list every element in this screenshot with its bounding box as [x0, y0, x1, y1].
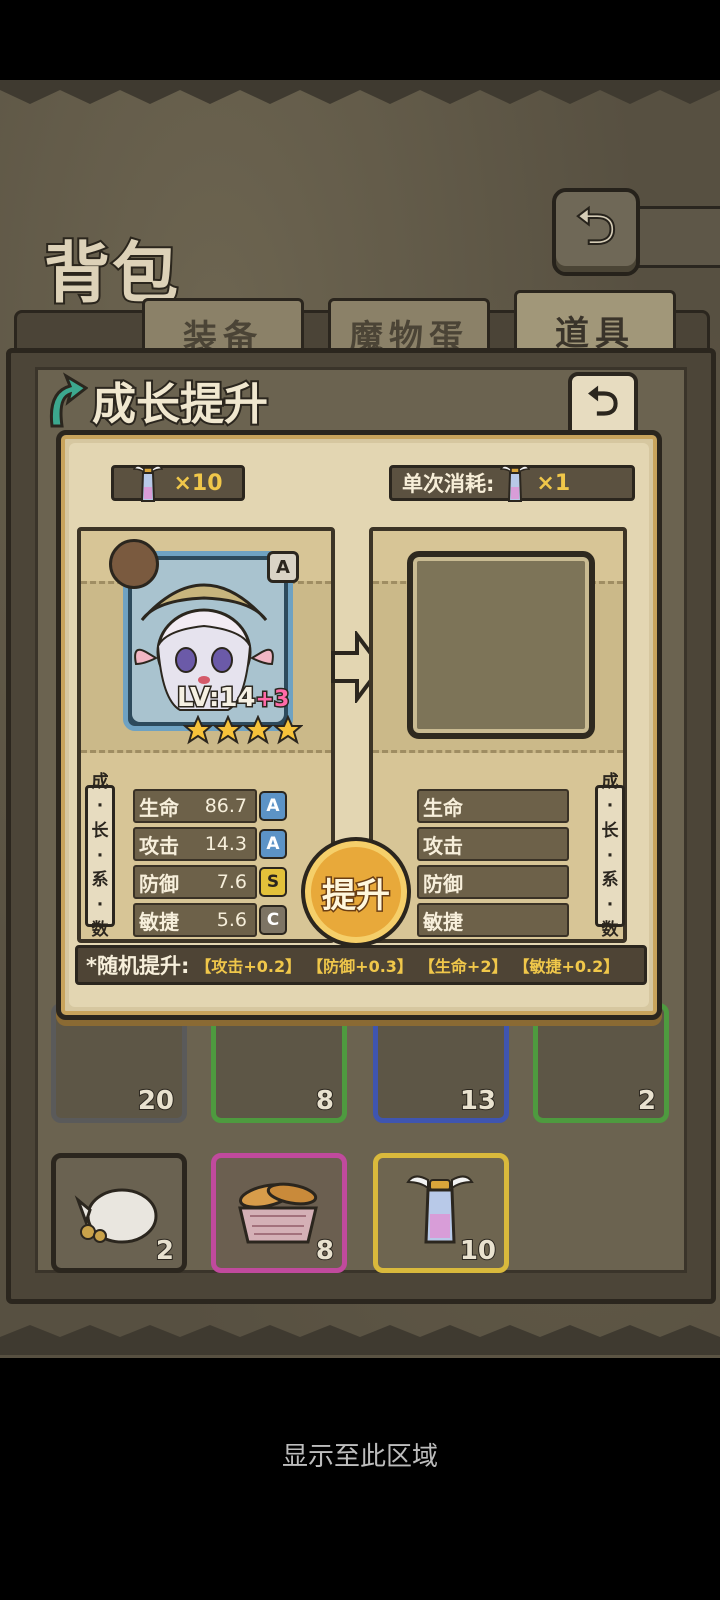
- random-bonus-bar: *随机提升: 【攻击+0.2】 【防御+0.3】 【生命+2】 【敏捷+0.2】: [75, 945, 647, 985]
- winged-potion-icon: [133, 465, 164, 502]
- stat-row-agility: 敏捷 5.6: [133, 903, 257, 937]
- torn-edge-bottom: [0, 1325, 720, 1355]
- bread-basket-icon: [238, 1182, 318, 1244]
- inventory-slot-coin-bag[interactable]: 2: [51, 1153, 187, 1273]
- torn-edge-top: [0, 80, 720, 104]
- star-icon: [243, 715, 273, 745]
- result-preview-slot: [407, 551, 595, 739]
- growth-coefficient-label: 成 · 长 · 系 · 数: [85, 772, 115, 940]
- display-area-hint: 显示至此区域: [281, 1442, 438, 1472]
- stat-grade-badge: S: [259, 867, 287, 897]
- growth-coefficient-label: 成 · 长 · 系 · 数: [595, 772, 625, 940]
- return-arrow-icon: ⮌: [574, 196, 618, 258]
- growth-arrow-icon: [49, 372, 88, 428]
- modal-title: 成长提升: [44, 370, 344, 432]
- stat-row-hp-next: 生命: [417, 789, 569, 823]
- stat-row-hp: 生命 86.7: [133, 789, 257, 823]
- character-level: LV:14+3: [175, 682, 290, 715]
- stat-grade-badge: C: [259, 905, 287, 935]
- inventory-slot[interactable]: 13: [373, 1003, 509, 1123]
- inventory-slot-potion[interactable]: 10: [373, 1153, 509, 1273]
- star-rating: [183, 715, 303, 745]
- star-icon: [183, 715, 213, 745]
- coin-bag-icon: [74, 1188, 158, 1244]
- stat-row-attack-next: 攻击: [417, 827, 569, 861]
- winged-potion-icon: [500, 465, 531, 502]
- current-stats-panel: A LV:14+3 成 · 长 · 系 · 数 生命 86.7 A 攻击 14.…: [77, 527, 335, 943]
- star-icon: [213, 715, 243, 745]
- inventory-slot[interactable]: 2: [533, 1003, 669, 1123]
- inventory-slot-bread[interactable]: 8: [211, 1153, 347, 1273]
- cost-per-use: 单次消耗: ×1: [389, 465, 635, 502]
- stat-grade-badge: A: [259, 791, 287, 821]
- growth-upgrade-dialog: ×10 单次消耗: ×1 A LV:14+3 成 · 长 · 系 · 数 生命 …: [56, 430, 662, 1020]
- stat-row-defense-next: 防御: [417, 865, 569, 899]
- stat-row-attack: 攻击 14.3: [133, 827, 257, 861]
- star-icon: [273, 715, 303, 745]
- back-button[interactable]: ⮌: [552, 188, 640, 276]
- inventory-slot[interactable]: 20: [51, 1003, 187, 1123]
- upgrade-button[interactable]: 提升: [301, 837, 411, 947]
- stat-grade-badge: A: [259, 829, 287, 859]
- character-grade-badge: A: [267, 551, 299, 583]
- owned-potion-count: ×10: [111, 465, 245, 502]
- inventory-slot[interactable]: 8: [211, 1003, 347, 1123]
- stat-row-agility-next: 敏捷: [417, 903, 569, 937]
- game-screen: 背包 ⮌ 装备 魔物蛋 道具 20 8 13 2 2 8 10 成长提升 ⮌ ×…: [0, 80, 720, 1358]
- rank-badge-icon: [109, 539, 159, 589]
- stat-row-defense: 防御 7.6: [133, 865, 257, 899]
